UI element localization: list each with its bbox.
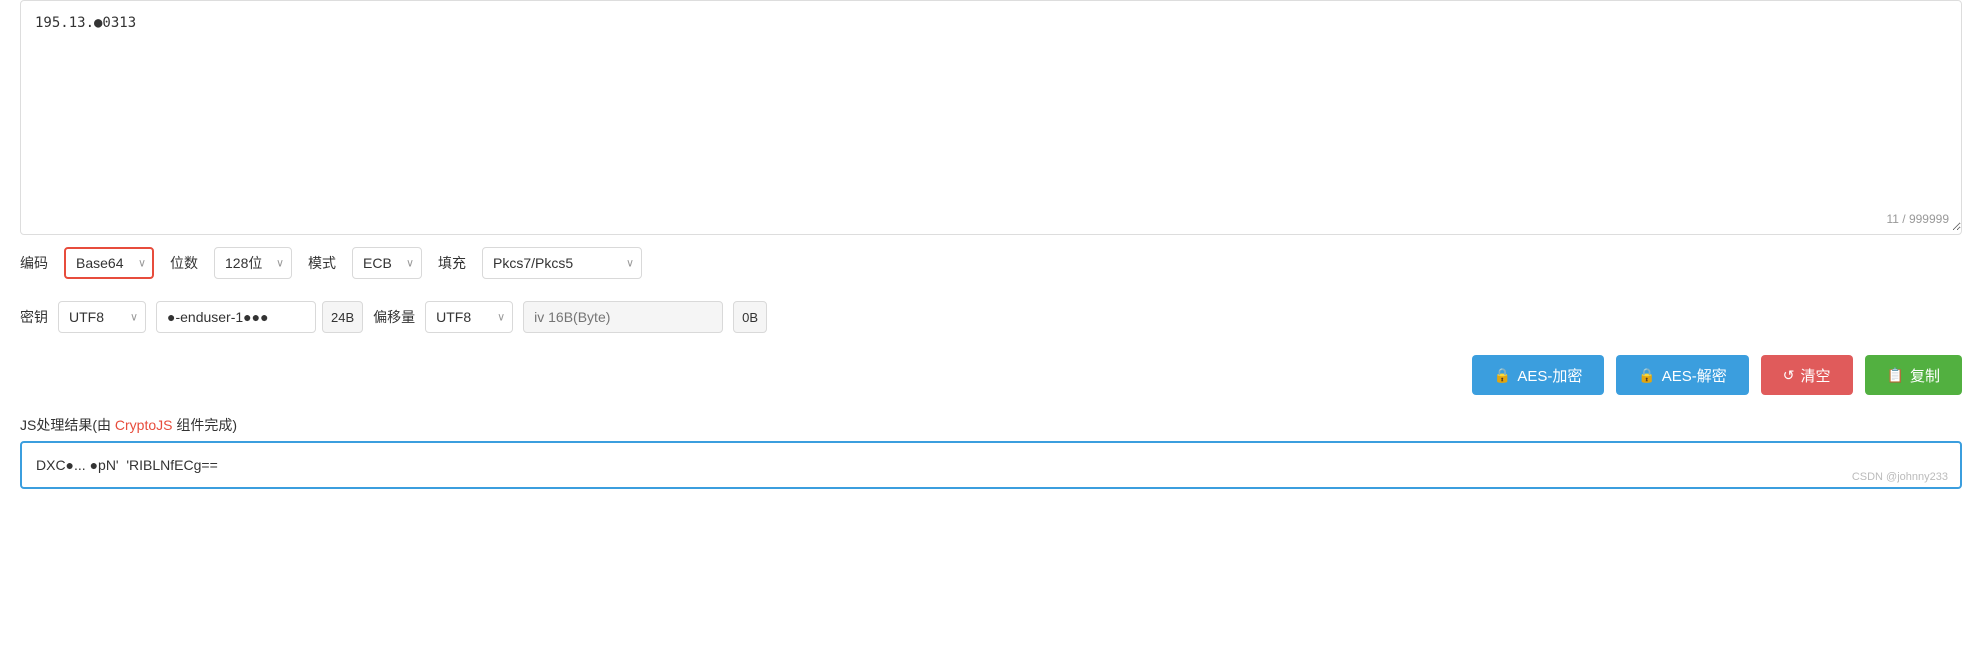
encoding-controls-row: 编码 Base64 Hex UTF8 位数 128位 192位 256位 模式 … bbox=[20, 235, 1962, 291]
aes-decrypt-button[interactable]: 🔒 AES-解密 bbox=[1616, 355, 1748, 395]
mode-label: 模式 bbox=[308, 253, 336, 273]
copy-label: 复制 bbox=[1910, 365, 1940, 386]
result-input[interactable] bbox=[22, 443, 1960, 487]
key-encoding-select-wrapper: UTF8 Hex Base64 bbox=[58, 301, 146, 333]
result-label-suffix: 组件完成) bbox=[172, 417, 237, 433]
decrypt-label: AES-解密 bbox=[1662, 365, 1727, 386]
csdn-mark: CSDN @johnny233 bbox=[1852, 471, 1948, 483]
mode-select[interactable]: ECB CBC CFB OFB CTR bbox=[352, 247, 422, 279]
encoding-label: 编码 bbox=[20, 253, 48, 273]
result-label-prefix: JS处理结果(由 bbox=[20, 417, 115, 433]
offset-encoding-select[interactable]: UTF8 Hex Base64 bbox=[425, 301, 513, 333]
lock-icon: 🔒 bbox=[1494, 367, 1511, 384]
key-label: 密钥 bbox=[20, 307, 48, 327]
result-label-highlight: CryptoJS bbox=[115, 417, 173, 433]
aes-encrypt-button[interactable]: 🔒 AES-加密 bbox=[1472, 355, 1604, 395]
clear-label: 清空 bbox=[1801, 365, 1831, 386]
result-input-border bbox=[20, 441, 1962, 489]
result-section: JS处理结果(由 CryptoJS 组件完成) CSDN @johnny233 bbox=[20, 407, 1962, 489]
padding-select-wrapper: Pkcs7/Pkcs5 ZeroPadding NoPadding AnsiX9… bbox=[482, 247, 642, 279]
key-size-badge: 24B bbox=[322, 301, 363, 333]
top-input-area: 195.13.●0313 11 / 999999 bbox=[20, 0, 1962, 235]
ip-text: 195.13.●0313 bbox=[21, 1, 1961, 31]
bits-select-wrapper: 128位 192位 256位 bbox=[214, 247, 292, 279]
iv-input[interactable] bbox=[523, 301, 723, 333]
padding-select[interactable]: Pkcs7/Pkcs5 ZeroPadding NoPadding AnsiX9… bbox=[482, 247, 642, 279]
result-wrapper: CSDN @johnny233 bbox=[20, 441, 1962, 489]
copy-icon: 📋 bbox=[1887, 367, 1904, 384]
key-encoding-select[interactable]: UTF8 Hex Base64 bbox=[58, 301, 146, 333]
clear-button[interactable]: ↺ 清空 bbox=[1761, 355, 1853, 395]
result-label: JS处理结果(由 CryptoJS 组件完成) bbox=[20, 407, 1962, 441]
mode-select-wrapper: ECB CBC CFB OFB CTR bbox=[352, 247, 422, 279]
offset-label: 偏移量 bbox=[373, 307, 415, 327]
key-row: 密钥 UTF8 Hex Base64 24B 偏移量 UTF8 Hex Base… bbox=[20, 291, 1962, 343]
encrypt-label: AES-加密 bbox=[1517, 365, 1582, 386]
char-count: 11 / 999999 bbox=[1886, 212, 1949, 226]
padding-label: 填充 bbox=[438, 253, 466, 273]
key-input-wrapper: 24B bbox=[156, 301, 363, 333]
offset-encoding-select-wrapper: UTF8 Hex Base64 bbox=[425, 301, 513, 333]
key-input[interactable] bbox=[156, 301, 316, 333]
unlock-icon: 🔒 bbox=[1638, 367, 1655, 384]
main-input[interactable] bbox=[21, 31, 1961, 231]
bits-label: 位数 bbox=[170, 253, 198, 273]
copy-button[interactable]: 📋 复制 bbox=[1865, 355, 1962, 395]
encoding-select-wrapper: Base64 Hex UTF8 bbox=[64, 247, 154, 279]
bits-select[interactable]: 128位 192位 256位 bbox=[214, 247, 292, 279]
iv-size-badge: 0B bbox=[733, 301, 767, 333]
buttons-row: 🔒 AES-加密 🔒 AES-解密 ↺ 清空 📋 复制 bbox=[20, 343, 1962, 407]
encoding-select[interactable]: Base64 Hex UTF8 bbox=[64, 247, 154, 279]
clear-icon: ↺ bbox=[1783, 367, 1795, 384]
